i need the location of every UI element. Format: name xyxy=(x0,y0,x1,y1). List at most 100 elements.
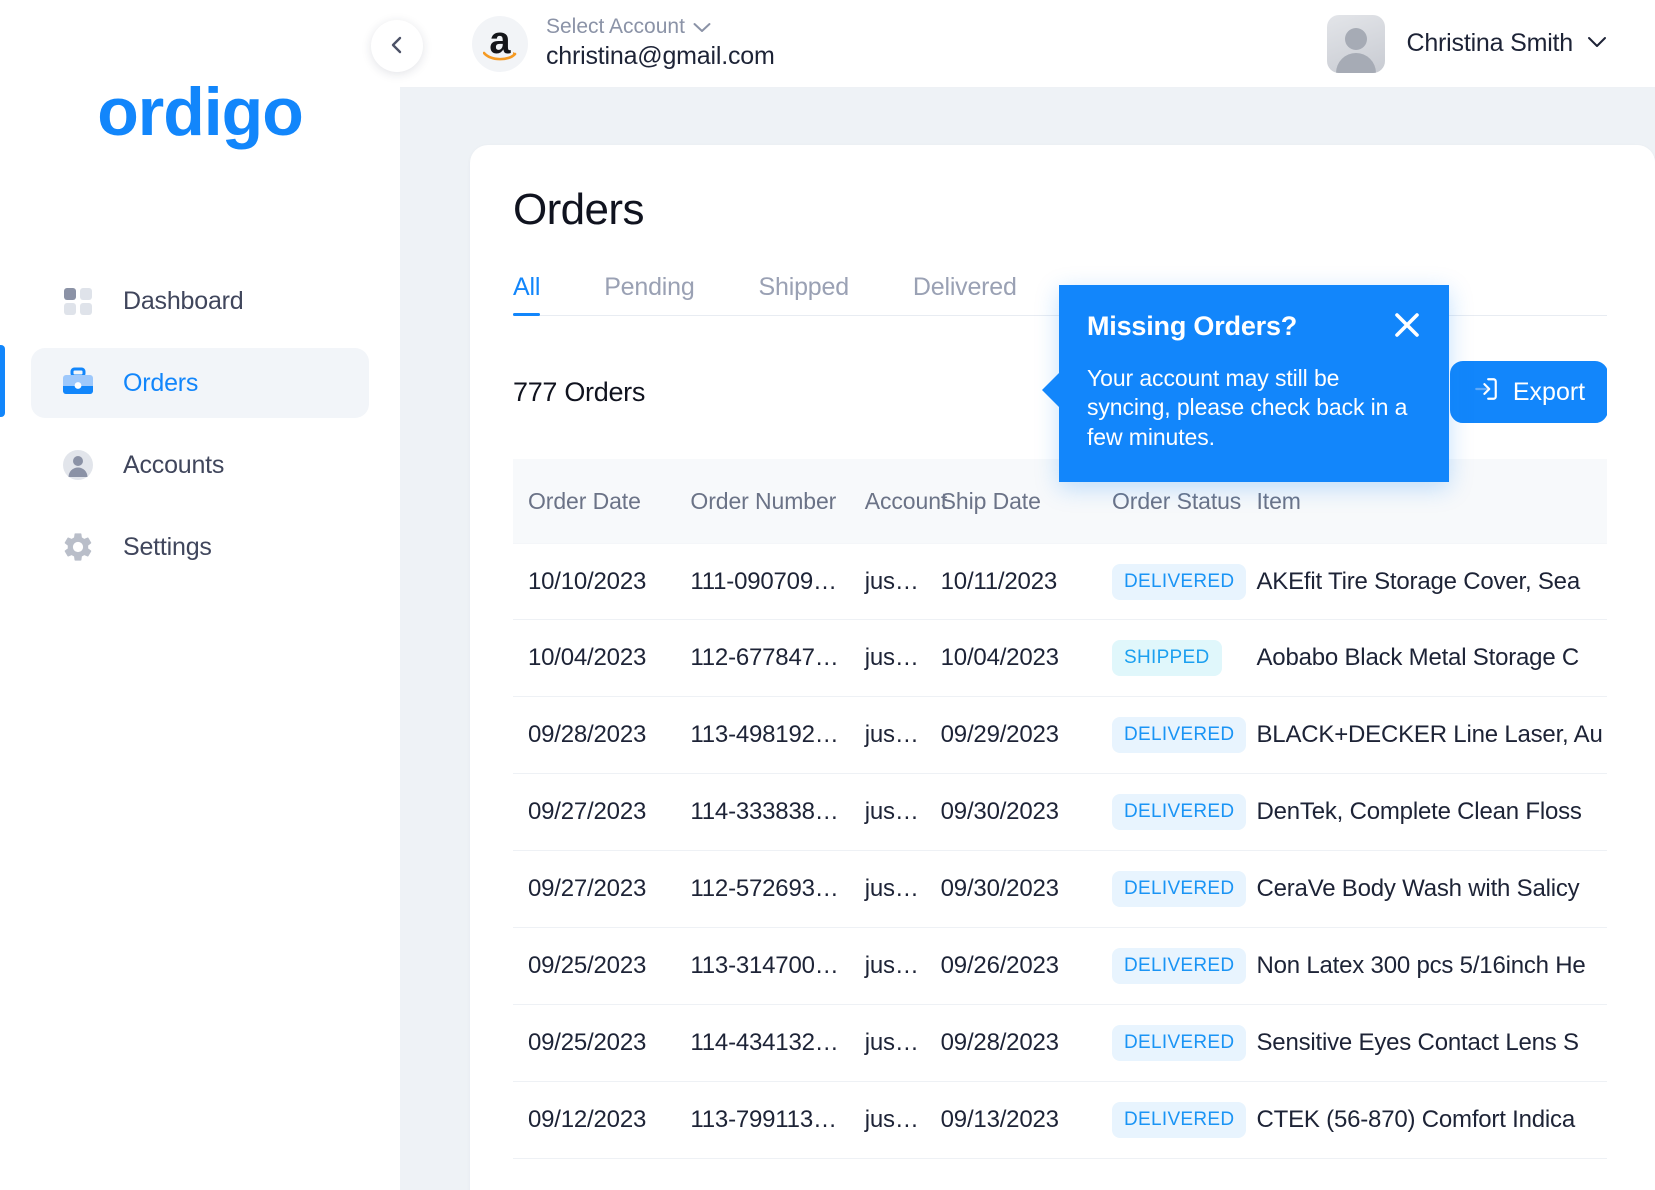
column-header-order-number[interactable]: Order Number xyxy=(690,488,841,515)
sidebar-item-label: Dashboard xyxy=(123,286,244,315)
top-bar: a Select Account christina@gmail.com Chr… xyxy=(400,0,1655,88)
tab-delivered[interactable]: Delivered xyxy=(913,273,1017,316)
cell-account: jus… xyxy=(864,721,919,748)
cell-order-status: DELIVERED xyxy=(1112,794,1256,830)
user-menu[interactable]: Christina Smith xyxy=(1326,14,1608,73)
gear-icon xyxy=(61,530,95,564)
cell-order-status: DELIVERED xyxy=(1112,1102,1256,1138)
cell-order-number: 111-090709… xyxy=(690,567,837,595)
avatar-icon xyxy=(1326,14,1385,73)
cell-order-date: 09/25/2023 xyxy=(528,952,647,979)
cell-ship-date: 09/29/2023 xyxy=(940,721,1059,748)
sidebar-item-orders[interactable]: Orders xyxy=(31,348,369,418)
sidebar-nav: Dashboard Orders Accounts Settings xyxy=(0,266,400,582)
status-badge: DELIVERED xyxy=(1112,563,1247,600)
table-row[interactable]: 09/27/2023 112-572693… jus… 09/30/2023 DELIV… xyxy=(513,851,1655,928)
cell-account: jus… xyxy=(864,567,919,595)
table-row[interactable]: 09/27/2023 114-333838… jus… 09/30/2023 DELIV… xyxy=(513,774,1655,851)
cell-ship-date: 09/13/2023 xyxy=(940,1106,1059,1133)
cell-item: AKEfit Tire Storage Cover, Sea xyxy=(1256,567,1580,595)
chevron-down-icon xyxy=(693,14,711,40)
cell-order-date: 10/10/2023 xyxy=(528,567,647,595)
cell-order-status: SHIPPED xyxy=(1112,640,1256,676)
status-badge: DELIVERED xyxy=(1112,717,1247,753)
cell-order-number: 112-572693… xyxy=(690,875,839,902)
cell-ship-date: 09/30/2023 xyxy=(940,875,1059,902)
status-badge: DELIVERED xyxy=(1112,1025,1247,1061)
sidebar-item-settings[interactable]: Settings xyxy=(31,512,369,582)
tooltip-body: Your account may still be syncing, pleas… xyxy=(1087,365,1408,450)
cell-order-date: 09/27/2023 xyxy=(528,798,647,825)
app-logo[interactable]: ordigo xyxy=(0,78,400,146)
column-header-account[interactable]: Account xyxy=(865,488,948,515)
status-badge: DELIVERED xyxy=(1112,948,1247,984)
cell-account: jus… xyxy=(864,875,919,902)
table-body: 10/10/2023 111-090709… jus… 10/11/2023 DELIV… xyxy=(513,543,1655,1159)
table-row[interactable]: 09/12/2023 113-799113… jus… 09/13/2023 DELIV… xyxy=(513,1082,1655,1159)
missing-orders-tooltip: Missing Orders? Your account may still b… xyxy=(1042,285,1449,483)
sidebar-item-accounts[interactable]: Accounts xyxy=(31,430,369,500)
chevron-left-icon xyxy=(387,35,407,58)
status-badge: DELIVERED xyxy=(1112,1102,1247,1138)
column-header-order-date[interactable]: Order Date xyxy=(528,488,672,515)
user-circle-icon xyxy=(61,448,95,482)
sidebar-active-indicator xyxy=(0,345,5,417)
cell-order-date: 09/28/2023 xyxy=(528,721,647,748)
tooltip-header: Missing Orders? xyxy=(1087,311,1421,342)
user-name: Christina Smith xyxy=(1406,29,1574,57)
tooltip-close-button[interactable] xyxy=(1393,311,1421,339)
cell-order-date: 09/12/2023 xyxy=(528,1106,647,1133)
cell-order-date: 10/04/2023 xyxy=(528,644,647,671)
page-title: Orders xyxy=(513,185,644,234)
sidebar-collapse-button[interactable] xyxy=(371,20,423,72)
amazon-icon: a xyxy=(472,15,528,72)
sidebar-item-dashboard[interactable]: Dashboard xyxy=(31,266,369,336)
cell-account: jus… xyxy=(864,952,919,979)
table-row[interactable]: 09/28/2023 113-498192… jus… 09/29/2023 DELIV… xyxy=(513,697,1655,774)
close-icon xyxy=(1393,313,1421,342)
cell-order-number: 113-498192… xyxy=(690,721,839,748)
cell-order-date: 09/27/2023 xyxy=(528,875,647,902)
cell-order-number: 114-333838… xyxy=(690,798,839,825)
cell-item: CTEK (56-870) Comfort Indica xyxy=(1256,1106,1576,1133)
tab-shipped[interactable]: Shipped xyxy=(759,273,850,316)
export-icon xyxy=(1473,376,1499,409)
cell-order-status: DELIVERED xyxy=(1112,563,1256,600)
content-region: Orders All Pending Shipped Delivered 777… xyxy=(400,88,1655,1190)
cell-order-number: 113-314700… xyxy=(690,952,839,979)
column-header-item[interactable]: Item xyxy=(1256,488,1655,515)
cell-item: Non Latex 300 pcs 5/16inch He xyxy=(1256,952,1586,979)
column-header-order-status[interactable]: Order Status xyxy=(1112,488,1256,515)
cell-order-number: 113-799113… xyxy=(690,1106,837,1133)
briefcase-icon xyxy=(61,366,95,400)
table-row[interactable]: 09/25/2023 113-314700… jus… 09/26/2023 DELIV… xyxy=(513,928,1655,1005)
tab-all[interactable]: All xyxy=(513,273,540,316)
grid-icon xyxy=(61,284,95,318)
export-button-label: Export xyxy=(1512,377,1586,406)
cell-account: jus… xyxy=(864,1029,919,1056)
status-badge: DELIVERED xyxy=(1112,794,1247,830)
sidebar: ordigo Dashboard Orders Accounts Setting… xyxy=(0,0,400,1190)
table-row[interactable]: 10/04/2023 112-677847… jus… 10/04/2023 SHIPP… xyxy=(513,620,1655,697)
cell-account: jus… xyxy=(864,644,919,671)
export-button[interactable]: Export xyxy=(1450,361,1608,423)
cell-order-number: 114-434132… xyxy=(690,1029,839,1056)
tab-pending[interactable]: Pending xyxy=(604,273,695,316)
cell-ship-date: 10/04/2023 xyxy=(940,644,1059,671)
main-area: a Select Account christina@gmail.com Chr… xyxy=(400,0,1655,1190)
column-header-ship-date[interactable]: Ship Date xyxy=(941,488,1100,515)
cell-item: DenTek, Complete Clean Floss xyxy=(1256,798,1582,825)
cell-ship-date: 09/28/2023 xyxy=(940,1029,1059,1056)
cell-order-status: DELIVERED xyxy=(1112,717,1256,753)
account-selector[interactable]: a Select Account christina@gmail.com xyxy=(472,14,775,73)
orders-table: Order Date Order Number Account Ship Dat… xyxy=(513,459,1655,1159)
chevron-down-icon xyxy=(1587,35,1607,53)
account-text: Select Account christina@gmail.com xyxy=(546,14,775,73)
cell-item: CeraVe Body Wash with Salicy xyxy=(1256,875,1580,902)
table-row[interactable]: 10/10/2023 111-090709… jus… 10/11/2023 DELIV… xyxy=(513,543,1655,620)
cell-order-status: DELIVERED xyxy=(1112,871,1256,907)
cell-ship-date: 09/26/2023 xyxy=(940,952,1059,979)
app-root: ordigo Dashboard Orders Accounts Setting… xyxy=(0,0,1655,1190)
table-row[interactable]: 09/25/2023 114-434132… jus… 09/28/2023 DELIV… xyxy=(513,1005,1655,1082)
status-badge: SHIPPED xyxy=(1112,640,1222,676)
